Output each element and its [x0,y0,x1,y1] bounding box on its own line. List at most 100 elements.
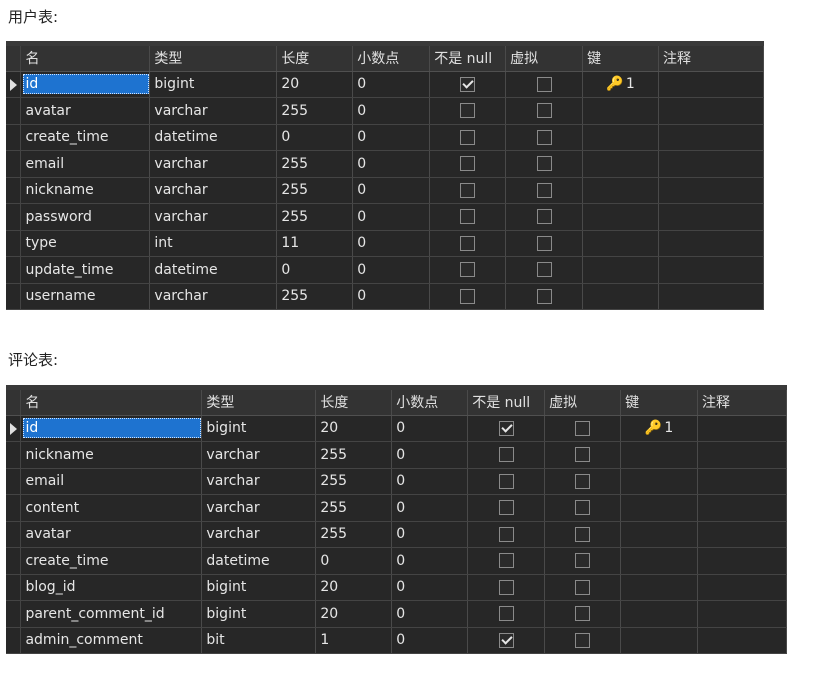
not-null-cell[interactable] [467,627,546,654]
field-decimals-cell[interactable]: 0 [391,574,469,601]
virtual-cell[interactable] [544,627,622,654]
key-cell[interactable] [582,124,660,151]
not-null-cell[interactable] [467,521,546,548]
column-header-name[interactable]: 名 [20,46,151,72]
not-null-checkbox-icon[interactable] [498,473,514,489]
virtual-cell[interactable] [544,574,622,601]
not-null-checkbox-icon[interactable] [460,182,476,198]
not-null-checkbox-icon[interactable] [498,526,514,542]
key-cell[interactable] [582,177,660,204]
virtual-checkbox-icon[interactable] [575,473,591,489]
field-decimals-cell[interactable]: 0 [391,494,469,522]
comment-cell[interactable] [697,494,787,522]
column-header-decimals[interactable]: 小数点 [391,390,469,416]
field-name-cell[interactable]: username [20,283,151,310]
column-header-comment[interactable]: 注释 [658,46,764,72]
comment-cell[interactable] [658,283,764,310]
not-null-cell[interactable] [467,468,546,495]
field-type-cell[interactable]: varchar [149,97,278,125]
field-type-cell[interactable]: bigint [149,71,278,98]
field-name-value[interactable]: id [23,74,149,95]
column-header-name[interactable]: 名 [20,390,203,416]
field-length-cell[interactable]: 20 [276,71,354,98]
comment-cell[interactable] [697,415,787,442]
field-name-cell[interactable]: blog_id [20,574,203,601]
virtual-checkbox-icon[interactable] [575,553,591,569]
comment-cell[interactable] [658,177,764,204]
field-type-cell[interactable]: varchar [201,441,317,469]
field-decimals-cell[interactable]: 0 [391,415,469,442]
not-null-cell[interactable] [467,415,546,442]
table-row[interactable]: parent_comment_id bigint 20 0 [6,600,787,628]
column-header-not-null[interactable]: 不是 null [429,46,507,72]
virtual-cell[interactable] [505,203,584,231]
not-null-cell[interactable] [467,600,546,628]
field-decimals-cell[interactable]: 0 [352,97,431,125]
comment-cell[interactable] [658,256,764,284]
key-cell[interactable] [582,97,660,125]
comment-cell[interactable] [697,600,787,628]
key-cell[interactable] [620,574,699,601]
virtual-checkbox-icon[interactable] [575,420,591,436]
column-header-key[interactable]: 键 [582,46,660,72]
field-length-cell[interactable]: 0 [276,124,354,151]
not-null-checkbox-icon[interactable] [498,553,514,569]
virtual-checkbox-icon[interactable] [575,606,591,622]
virtual-cell[interactable] [505,283,584,310]
not-null-cell[interactable] [429,124,507,151]
not-null-checkbox-icon[interactable] [460,103,476,119]
field-decimals-cell[interactable]: 0 [391,521,469,548]
comment-cell[interactable] [658,124,764,151]
not-null-checkbox-icon[interactable] [498,420,514,436]
field-name-cell[interactable]: id [20,415,203,442]
table-row[interactable]: email varchar 255 0 [6,468,787,495]
virtual-checkbox-icon[interactable] [536,103,552,119]
not-null-cell[interactable] [429,203,507,231]
field-length-cell[interactable]: 20 [315,415,393,442]
not-null-cell[interactable] [467,494,546,522]
field-type-cell[interactable]: datetime [149,256,278,284]
virtual-cell[interactable] [544,521,622,548]
table-row[interactable]: content varchar 255 0 [6,494,787,522]
field-type-cell[interactable]: bigint [201,415,317,442]
comment-cell[interactable] [658,150,764,178]
field-length-cell[interactable]: 255 [276,97,354,125]
column-header-virtual[interactable]: 虚拟 [505,46,584,72]
field-name-cell[interactable]: content [20,494,203,522]
virtual-checkbox-icon[interactable] [536,209,552,225]
virtual-cell[interactable] [544,441,622,469]
not-null-cell[interactable] [429,283,507,310]
table-row[interactable]: nickname varchar 255 0 [6,177,764,204]
field-name-cell[interactable]: email [20,150,151,178]
virtual-cell[interactable] [505,97,584,125]
field-decimals-cell[interactable]: 0 [352,230,431,257]
comment-cell[interactable] [658,97,764,125]
table-row[interactable]: create_time datetime 0 0 [6,547,787,575]
field-name-cell[interactable]: parent_comment_id [20,600,203,628]
field-name-cell[interactable]: update_time [20,256,151,284]
field-name-cell[interactable]: create_time [20,547,203,575]
field-name-cell[interactable]: avatar [20,97,151,125]
field-decimals-cell[interactable]: 0 [352,124,431,151]
column-header-comment[interactable]: 注释 [697,390,787,416]
field-decimals-cell[interactable]: 0 [352,256,431,284]
field-decimals-cell[interactable]: 0 [391,600,469,628]
not-null-checkbox-icon[interactable] [460,129,476,145]
field-decimals-cell[interactable]: 0 [352,71,431,98]
virtual-checkbox-icon[interactable] [575,447,591,463]
comment-cell[interactable] [697,574,787,601]
table-row[interactable]: email varchar 255 0 [6,150,764,178]
not-null-cell[interactable] [429,97,507,125]
column-header-type[interactable]: 类型 [201,390,317,416]
virtual-cell[interactable] [505,124,584,151]
field-length-cell[interactable]: 255 [315,468,393,495]
field-type-cell[interactable]: bigint [201,574,317,601]
field-type-cell[interactable]: varchar [149,150,278,178]
key-cell[interactable] [582,256,660,284]
field-name-cell[interactable]: admin_comment [20,627,203,654]
field-decimals-cell[interactable]: 0 [391,468,469,495]
not-null-checkbox-icon[interactable] [460,76,476,92]
virtual-cell[interactable] [544,547,622,575]
column-header-length[interactable]: 长度 [315,390,393,416]
field-name-cell[interactable]: nickname [20,177,151,204]
